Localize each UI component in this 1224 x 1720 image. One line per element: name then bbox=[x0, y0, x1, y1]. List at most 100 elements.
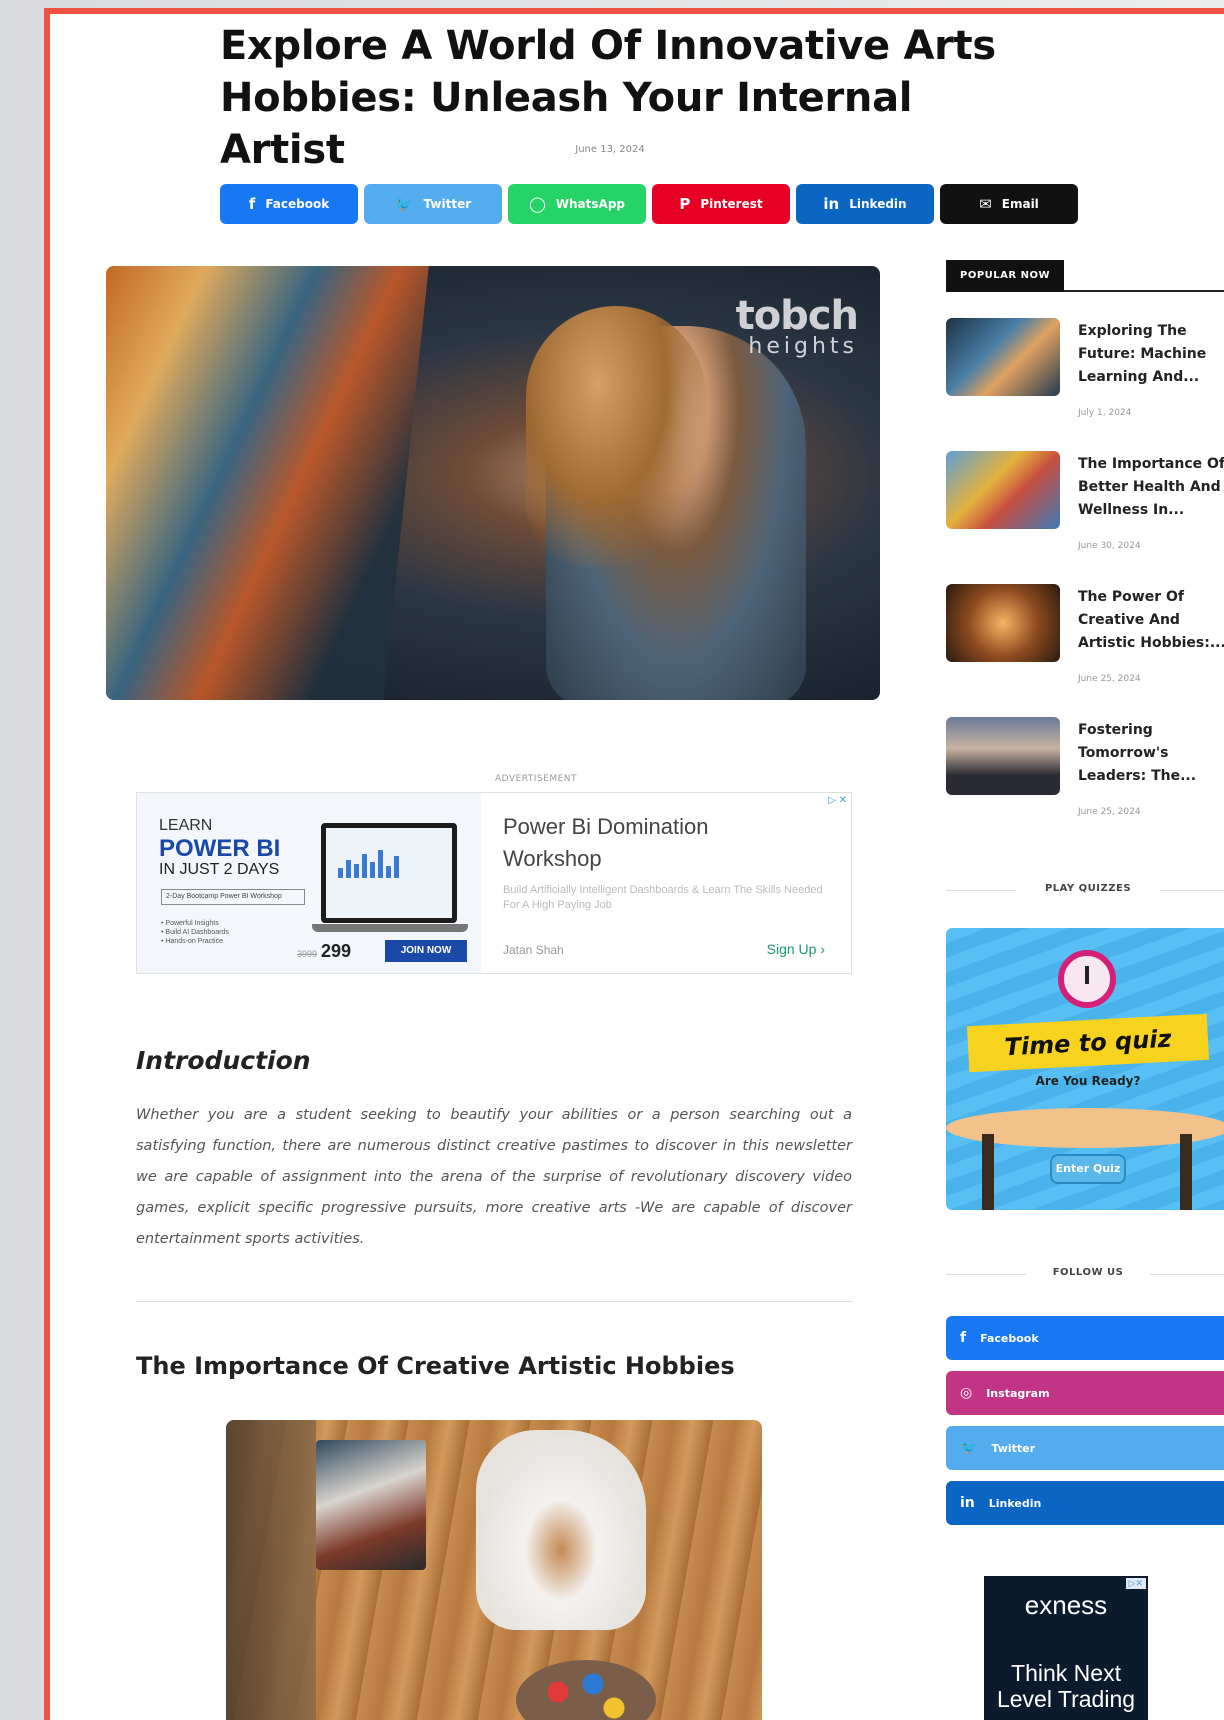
pinterest-icon: P bbox=[679, 195, 691, 213]
page-frame: Explore A World Of Innovative Arts Hobbi… bbox=[44, 8, 1224, 1720]
follow-linkedin-button[interactable]: in Linkedin bbox=[946, 1481, 1224, 1525]
share-whatsapp-button[interactable]: ◯ WhatsApp bbox=[508, 184, 646, 224]
facebook-icon: f bbox=[960, 1330, 967, 1346]
play-quizzes-heading: PLAY QUIZZES bbox=[946, 880, 1224, 900]
popular-now-label: POPULAR NOW bbox=[946, 260, 1064, 292]
easel bbox=[226, 1420, 316, 1720]
popular-item[interactable]: The Importance Of Better Health And Well… bbox=[946, 451, 1224, 561]
share-label: WhatsApp bbox=[555, 197, 626, 211]
ad-signup-link[interactable]: Sign Up › bbox=[767, 941, 825, 957]
exness-ad[interactable]: ▷✕ exness Think Next Level Trading bbox=[984, 1576, 1148, 1720]
popular-item-thumbnail[interactable] bbox=[946, 717, 1060, 795]
share-bar: f Facebook 🐦 Twitter ◯ WhatsApp P Pinter… bbox=[220, 184, 1078, 224]
facebook-icon: f bbox=[248, 195, 256, 213]
email-icon: ✉ bbox=[979, 195, 992, 213]
ad-headline[interactable]: Power Bi Domination Workshop bbox=[503, 811, 803, 875]
share-label: Pinterest bbox=[700, 197, 763, 211]
popular-item[interactable]: The Power Of Creative And Artistic Hobbi… bbox=[946, 584, 1224, 694]
painter-hair bbox=[526, 306, 706, 566]
share-label: Facebook bbox=[265, 197, 330, 211]
share-twitter-button[interactable]: 🐦 Twitter bbox=[364, 184, 502, 224]
ad-price: 3999 299 bbox=[297, 941, 351, 962]
follow-instagram-button[interactable]: ◎ Instagram bbox=[946, 1371, 1224, 1415]
share-label: Twitter bbox=[423, 197, 472, 211]
art-supplies bbox=[316, 1440, 426, 1570]
adchoices-icon[interactable]: ▷✕ bbox=[1125, 1578, 1146, 1589]
popular-item[interactable]: Fostering Tomorrow's Leaders: The... Jun… bbox=[946, 717, 1224, 827]
intro-paragraph: Whether you are a student seeking to bea… bbox=[136, 1107, 852, 1247]
share-pinterest-button[interactable]: P Pinterest bbox=[652, 184, 790, 224]
share-facebook-button[interactable]: f Facebook bbox=[220, 184, 358, 224]
hero-image: tobch heights bbox=[106, 266, 880, 700]
table-leg bbox=[1180, 1134, 1192, 1210]
follow-us-heading: FOLLOW US bbox=[946, 1264, 1224, 1284]
ad-join-button[interactable]: JOIN NOW bbox=[385, 940, 467, 962]
follow-us-label: FOLLOW US bbox=[1052, 1267, 1124, 1278]
exness-slogan: Think Next Level Trading bbox=[996, 1660, 1136, 1712]
quiz-subtitle: Are You Ready? bbox=[1035, 1074, 1141, 1088]
article-date: June 13, 2024 bbox=[575, 144, 645, 155]
whatsapp-icon: ◯ bbox=[528, 195, 546, 213]
ad-subtext: Build Artificially Intelligent Dashboard… bbox=[503, 884, 823, 911]
laptop-illustration bbox=[312, 823, 468, 932]
ad-duration-text: IN JUST 2 DAYS bbox=[159, 861, 280, 878]
table-leg bbox=[982, 1134, 994, 1210]
follow-facebook-button[interactable]: f Facebook bbox=[946, 1316, 1224, 1360]
section-heading: The Importance Of Creative Artistic Hobb… bbox=[136, 1352, 735, 1380]
ad-learn-text: LEARN bbox=[159, 817, 213, 834]
popular-now-header: POPULAR NOW bbox=[946, 260, 1224, 292]
adchoices-icon[interactable]: ▷ ✕ bbox=[828, 795, 847, 806]
share-email-button[interactable]: ✉ Email bbox=[940, 184, 1078, 224]
ad-old-price: 3999 bbox=[297, 949, 318, 959]
share-label: Email bbox=[1001, 197, 1039, 211]
quiz-banner[interactable]: Time to quiz Are You Ready? Enter Quiz bbox=[946, 928, 1224, 1210]
ad-bullets: • Powerful Insights • Build AI Dashboard… bbox=[161, 920, 229, 945]
linkedin-icon: in bbox=[823, 195, 840, 213]
popular-item-date: June 25, 2024 bbox=[1078, 674, 1141, 684]
advertisement-label: ADVERTISEMENT bbox=[494, 774, 578, 784]
popular-item-date: June 25, 2024 bbox=[1078, 807, 1141, 817]
popular-item-title[interactable]: Exploring The Future: Machine Learning A… bbox=[1078, 320, 1224, 389]
popular-item-thumbnail[interactable] bbox=[946, 318, 1060, 396]
ad-advertiser: Jatan Shah bbox=[503, 943, 564, 957]
share-label: Linkedin bbox=[849, 197, 907, 211]
follow-label: Linkedin bbox=[988, 1496, 1042, 1510]
popular-item[interactable]: Exploring The Future: Machine Learning A… bbox=[946, 318, 1224, 428]
ad-text-panel[interactable]: ▷ ✕ Power Bi Domination Workshop Build A… bbox=[481, 793, 851, 973]
play-quizzes-label: PLAY QUIZZES bbox=[1044, 883, 1132, 894]
popular-item-thumbnail[interactable] bbox=[946, 584, 1060, 662]
twitter-icon: 🐦 bbox=[394, 195, 414, 213]
dashboard-bars bbox=[338, 848, 399, 878]
popular-item-title[interactable]: The Importance Of Better Health And Well… bbox=[1078, 453, 1224, 522]
instagram-icon: ◎ bbox=[960, 1385, 973, 1401]
follow-twitter-button[interactable]: 🐦 Twitter bbox=[946, 1426, 1224, 1470]
section-divider bbox=[136, 1301, 852, 1302]
popular-item-title[interactable]: Fostering Tomorrow's Leaders: The... bbox=[1078, 719, 1224, 788]
sidebar: POPULAR NOW Exploring The Future: Machin… bbox=[946, 260, 1224, 1720]
popular-item-title[interactable]: The Power Of Creative And Artistic Hobbi… bbox=[1078, 586, 1224, 655]
twitter-icon: 🐦 bbox=[960, 1440, 978, 1456]
ad-creative[interactable]: LEARN POWER BI IN JUST 2 DAYS 2-Day Boot… bbox=[137, 793, 481, 973]
follow-label: Instagram bbox=[986, 1386, 1050, 1400]
ad-new-price: 299 bbox=[321, 941, 352, 961]
artist-figure bbox=[476, 1430, 646, 1630]
popular-item-date: June 30, 2024 bbox=[1078, 541, 1141, 551]
ad-product-text: POWER BI bbox=[159, 835, 281, 862]
share-linkedin-button[interactable]: in Linkedin bbox=[796, 184, 934, 224]
site-watermark-logo: tobch heights bbox=[728, 293, 859, 359]
clock-icon bbox=[1058, 950, 1116, 1008]
easel-canvas bbox=[106, 266, 429, 700]
quiz-title: Time to quiz bbox=[966, 1013, 1210, 1073]
watermark-line1: tobch bbox=[735, 293, 859, 339]
linkedin-icon: in bbox=[960, 1495, 975, 1511]
article-image-artist-floor bbox=[226, 1420, 762, 1720]
intro-heading: Introduction bbox=[136, 1046, 311, 1075]
enter-quiz-button[interactable]: Enter Quiz bbox=[1050, 1154, 1126, 1184]
exness-brand: exness bbox=[1024, 1590, 1108, 1620]
paint-palette bbox=[516, 1660, 656, 1720]
advertisement-banner[interactable]: LEARN POWER BI IN JUST 2 DAYS 2-Day Boot… bbox=[136, 792, 852, 974]
ad-tag-text: 2-Day Bootcamp Power BI Workshop bbox=[161, 889, 305, 905]
popular-item-date: July 1, 2024 bbox=[1078, 408, 1132, 418]
popular-item-thumbnail[interactable] bbox=[946, 451, 1060, 529]
watermark-line2: heights bbox=[748, 334, 858, 359]
